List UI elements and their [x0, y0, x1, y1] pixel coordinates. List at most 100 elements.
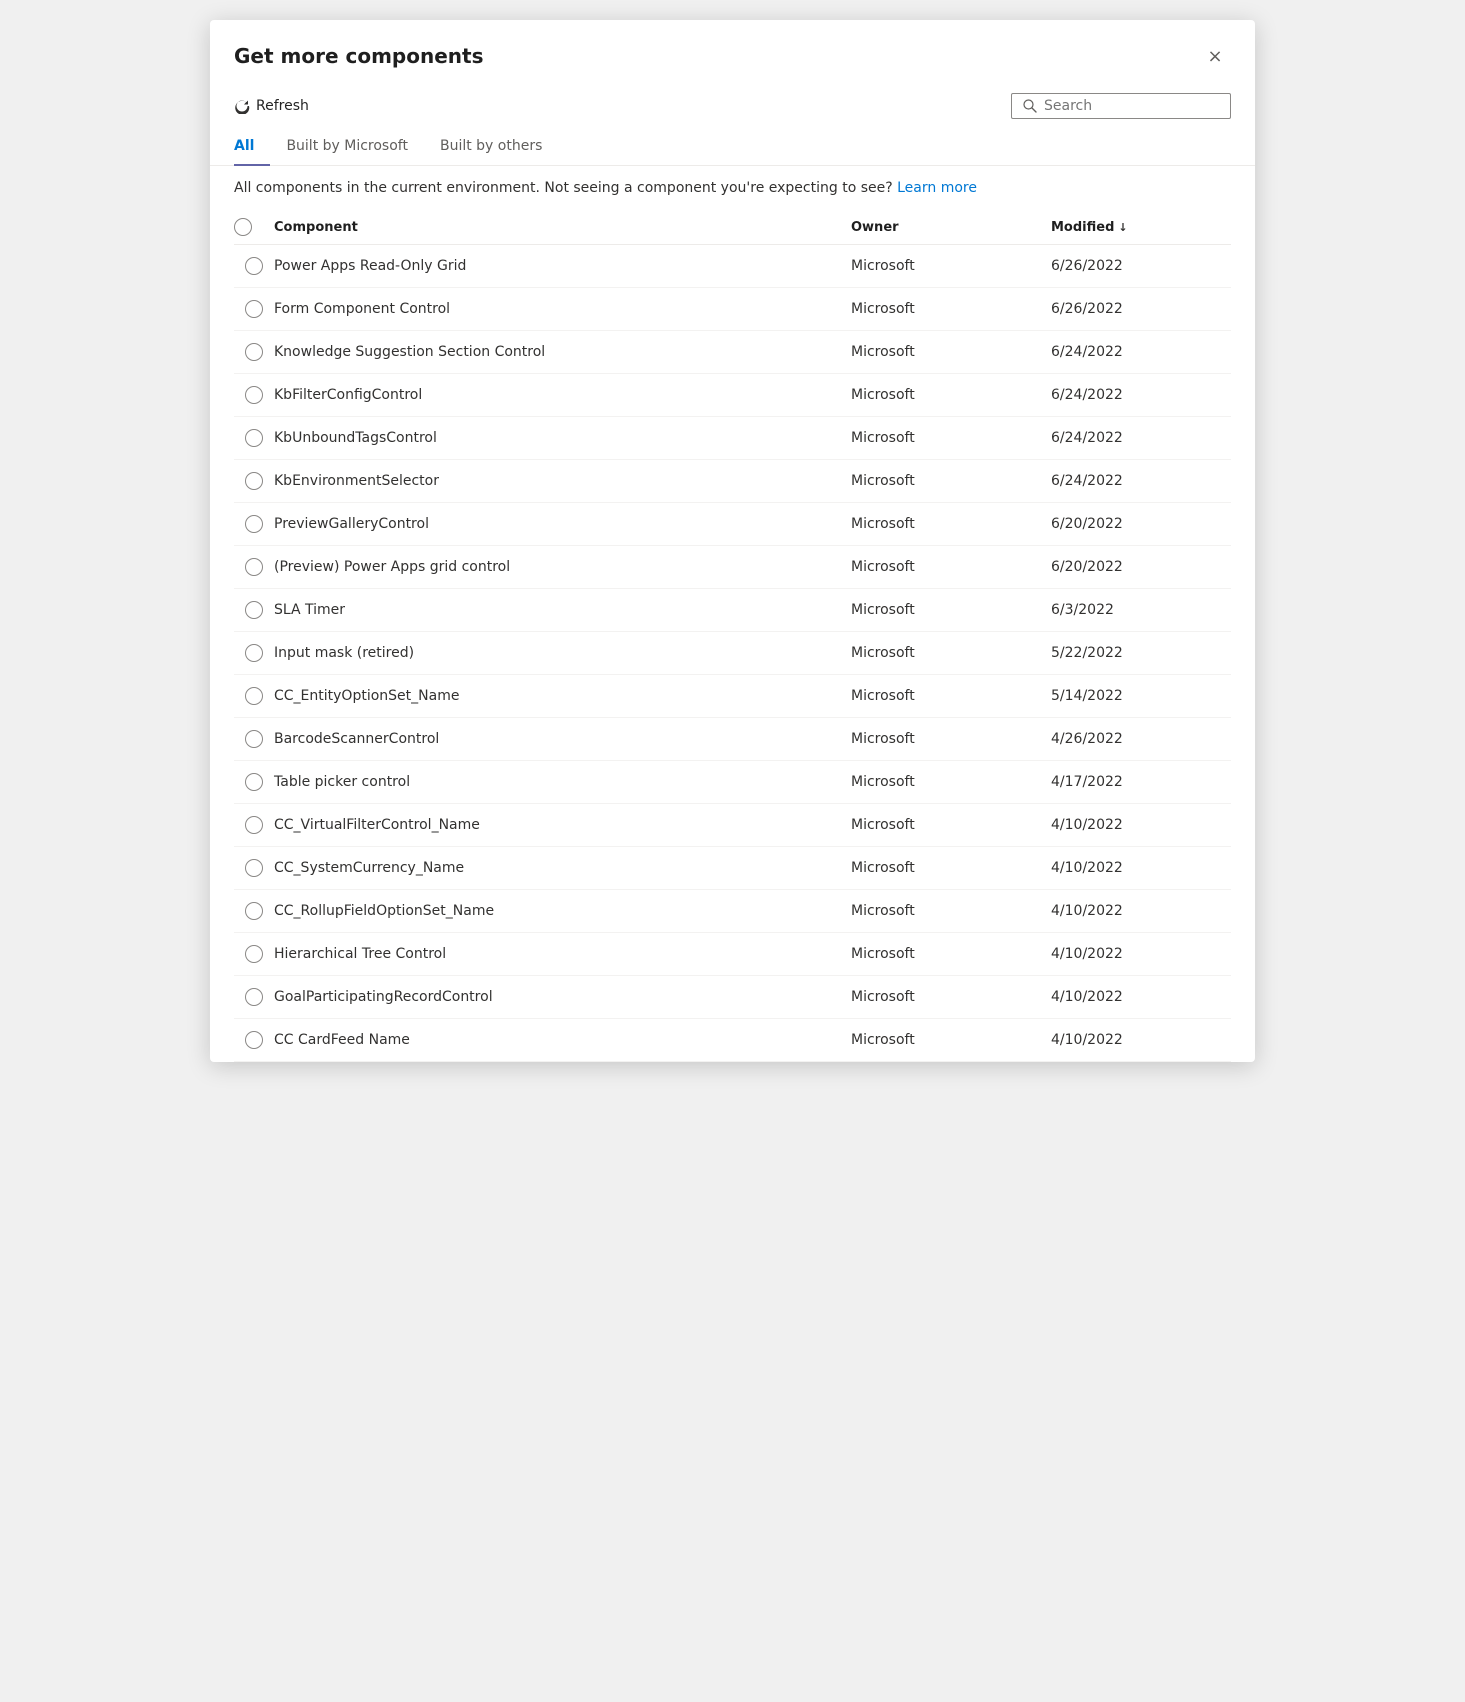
- row-checkbox-cell: [234, 988, 274, 1006]
- row-modified-16: 4/10/2022: [1051, 946, 1231, 962]
- get-more-components-dialog: Get more components × Refresh All Built …: [210, 20, 1255, 1062]
- row-component-2: Knowledge Suggestion Section Control: [274, 344, 851, 360]
- row-checkbox-cell: [234, 859, 274, 877]
- row-checkbox-0[interactable]: [245, 257, 263, 275]
- row-checkbox-cell: [234, 945, 274, 963]
- table-row[interactable]: SLA Timer Microsoft 6/3/2022: [234, 589, 1231, 632]
- row-component-1: Form Component Control: [274, 301, 851, 317]
- table-row[interactable]: BarcodeScannerControl Microsoft 4/26/202…: [234, 718, 1231, 761]
- tab-built-by-others[interactable]: Built by others: [424, 128, 558, 166]
- row-owner-9: Microsoft: [851, 645, 1051, 661]
- close-button[interactable]: ×: [1199, 40, 1231, 72]
- table-row[interactable]: Form Component Control Microsoft 6/26/20…: [234, 288, 1231, 331]
- row-owner-6: Microsoft: [851, 516, 1051, 532]
- row-modified-10: 5/14/2022: [1051, 688, 1231, 704]
- table-body: Power Apps Read-Only Grid Microsoft 6/26…: [234, 245, 1231, 1062]
- dialog-title: Get more components: [234, 44, 483, 68]
- row-checkbox-cell: [234, 515, 274, 533]
- table-row[interactable]: Hierarchical Tree Control Microsoft 4/10…: [234, 933, 1231, 976]
- row-checkbox-14[interactable]: [245, 859, 263, 877]
- row-modified-15: 4/10/2022: [1051, 903, 1231, 919]
- row-owner-17: Microsoft: [851, 989, 1051, 1005]
- row-checkbox-cell: [234, 257, 274, 275]
- row-checkbox-17[interactable]: [245, 988, 263, 1006]
- row-component-15: CC_RollupFieldOptionSet_Name: [274, 903, 851, 919]
- row-modified-8: 6/3/2022: [1051, 602, 1231, 618]
- row-checkbox-15[interactable]: [245, 902, 263, 920]
- row-checkbox-18[interactable]: [245, 1031, 263, 1049]
- row-component-12: Table picker control: [274, 774, 851, 790]
- table-row[interactable]: KbFilterConfigControl Microsoft 6/24/202…: [234, 374, 1231, 417]
- row-checkbox-cell: [234, 687, 274, 705]
- table-row[interactable]: KbEnvironmentSelector Microsoft 6/24/202…: [234, 460, 1231, 503]
- sort-arrow-icon: ↓: [1118, 221, 1127, 234]
- table-row[interactable]: CC_RollupFieldOptionSet_Name Microsoft 4…: [234, 890, 1231, 933]
- row-checkbox-4[interactable]: [245, 429, 263, 447]
- table-row[interactable]: KbUnboundTagsControl Microsoft 6/24/2022: [234, 417, 1231, 460]
- row-modified-4: 6/24/2022: [1051, 430, 1231, 446]
- row-checkbox-cell: [234, 601, 274, 619]
- table-row[interactable]: GoalParticipatingRecordControl Microsoft…: [234, 976, 1231, 1019]
- table-row[interactable]: PreviewGalleryControl Microsoft 6/20/202…: [234, 503, 1231, 546]
- row-checkbox-cell: [234, 730, 274, 748]
- row-modified-13: 4/10/2022: [1051, 817, 1231, 833]
- row-owner-12: Microsoft: [851, 774, 1051, 790]
- row-checkbox-13[interactable]: [245, 816, 263, 834]
- row-modified-0: 6/26/2022: [1051, 258, 1231, 274]
- row-component-10: CC_EntityOptionSet_Name: [274, 688, 851, 704]
- table-row[interactable]: CC_SystemCurrency_Name Microsoft 4/10/20…: [234, 847, 1231, 890]
- row-modified-11: 4/26/2022: [1051, 731, 1231, 747]
- row-checkbox-cell: [234, 300, 274, 318]
- checkbox-col-header: [234, 218, 274, 236]
- learn-more-link[interactable]: Learn more: [897, 180, 977, 196]
- row-checkbox-9[interactable]: [245, 644, 263, 662]
- row-owner-14: Microsoft: [851, 860, 1051, 876]
- table-row[interactable]: Input mask (retired) Microsoft 5/22/2022: [234, 632, 1231, 675]
- row-checkbox-2[interactable]: [245, 343, 263, 361]
- tab-all[interactable]: All: [234, 128, 270, 166]
- row-checkbox-cell: [234, 902, 274, 920]
- row-component-11: BarcodeScannerControl: [274, 731, 851, 747]
- search-input[interactable]: [1044, 98, 1220, 114]
- refresh-button[interactable]: Refresh: [226, 92, 317, 120]
- row-modified-7: 6/20/2022: [1051, 559, 1231, 575]
- components-table: Component Owner Modified ↓ Power Apps Re…: [210, 210, 1255, 1062]
- row-checkbox-7[interactable]: [245, 558, 263, 576]
- table-row[interactable]: CC_EntityOptionSet_Name Microsoft 5/14/2…: [234, 675, 1231, 718]
- row-checkbox-12[interactable]: [245, 773, 263, 791]
- row-owner-0: Microsoft: [851, 258, 1051, 274]
- row-checkbox-16[interactable]: [245, 945, 263, 963]
- row-modified-6: 6/20/2022: [1051, 516, 1231, 532]
- row-checkbox-8[interactable]: [245, 601, 263, 619]
- tab-built-by-microsoft[interactable]: Built by Microsoft: [270, 128, 424, 166]
- table-row[interactable]: Table picker control Microsoft 4/17/2022: [234, 761, 1231, 804]
- table-row[interactable]: CC CardFeed Name Microsoft 4/10/2022: [234, 1019, 1231, 1062]
- row-checkbox-1[interactable]: [245, 300, 263, 318]
- row-component-17: GoalParticipatingRecordControl: [274, 989, 851, 1005]
- table-row[interactable]: Knowledge Suggestion Section Control Mic…: [234, 331, 1231, 374]
- row-checkbox-cell: [234, 558, 274, 576]
- toolbar: Refresh: [210, 84, 1255, 128]
- info-text: All components in the current environmen…: [234, 180, 893, 196]
- row-checkbox-cell: [234, 386, 274, 404]
- row-component-18: CC CardFeed Name: [274, 1032, 851, 1048]
- table-row[interactable]: (Preview) Power Apps grid control Micros…: [234, 546, 1231, 589]
- row-checkbox-6[interactable]: [245, 515, 263, 533]
- modified-col-header[interactable]: Modified ↓: [1051, 220, 1231, 235]
- row-checkbox-cell: [234, 644, 274, 662]
- select-all-checkbox[interactable]: [234, 218, 252, 236]
- row-checkbox-5[interactable]: [245, 472, 263, 490]
- table-row[interactable]: CC_VirtualFilterControl_Name Microsoft 4…: [234, 804, 1231, 847]
- row-component-4: KbUnboundTagsControl: [274, 430, 851, 446]
- row-owner-2: Microsoft: [851, 344, 1051, 360]
- row-checkbox-11[interactable]: [245, 730, 263, 748]
- row-checkbox-cell: [234, 343, 274, 361]
- row-component-13: CC_VirtualFilterControl_Name: [274, 817, 851, 833]
- component-col-header: Component: [274, 220, 851, 235]
- table-row[interactable]: Power Apps Read-Only Grid Microsoft 6/26…: [234, 245, 1231, 288]
- row-checkbox-3[interactable]: [245, 386, 263, 404]
- table-header: Component Owner Modified ↓: [234, 210, 1231, 245]
- row-modified-14: 4/10/2022: [1051, 860, 1231, 876]
- row-modified-2: 6/24/2022: [1051, 344, 1231, 360]
- row-checkbox-10[interactable]: [245, 687, 263, 705]
